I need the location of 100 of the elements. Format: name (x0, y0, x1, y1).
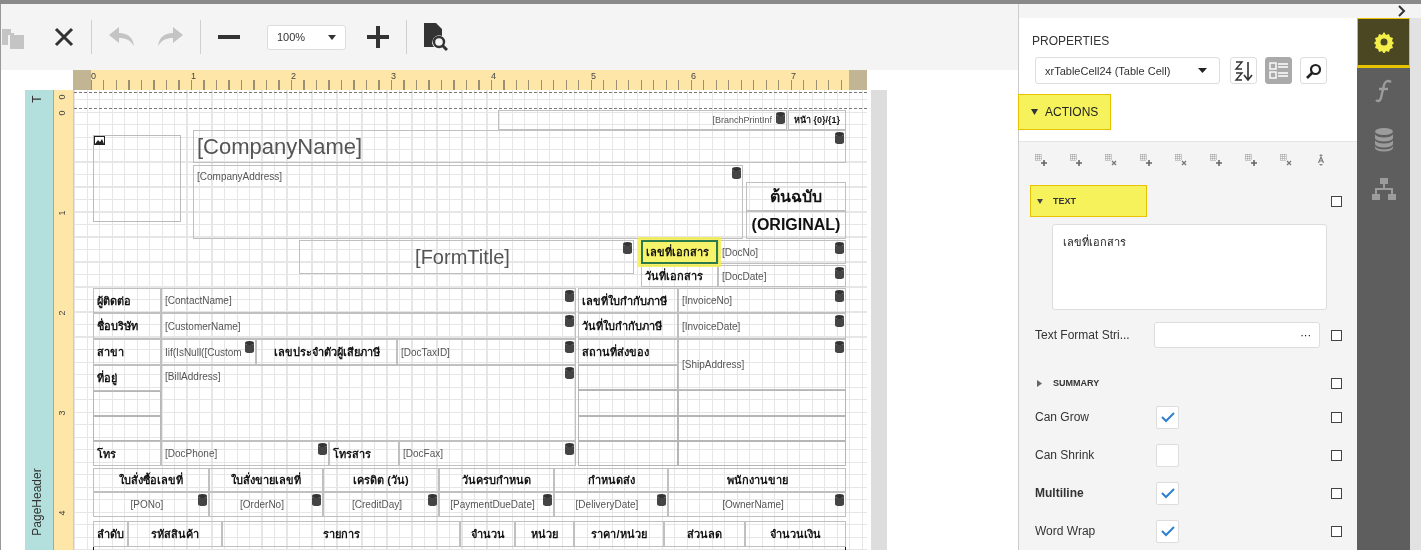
empty-table-cell[interactable] (93, 391, 161, 416)
report-label[interactable]: ใบสั่งขายเลขที่ (209, 468, 323, 492)
grid-plus-icon[interactable] (1140, 154, 1152, 166)
data-field[interactable]: [CompanyName] (193, 130, 846, 163)
report-label[interactable]: วันที่เอกสาร (641, 265, 718, 287)
search-icon[interactable] (1300, 57, 1327, 84)
checkbox[interactable] (1156, 481, 1179, 505)
report-label[interactable]: หน้า {0}/{1} (788, 110, 846, 130)
report-label[interactable]: ส่วนลด (664, 521, 745, 547)
report-label[interactable]: ชื่อบริษัท (93, 313, 161, 339)
actions-header[interactable]: ACTIONS (1019, 95, 1111, 129)
report-label[interactable]: ราคา/หน่วย (574, 521, 664, 547)
format-string-field[interactable]: ··· (1153, 322, 1321, 348)
report-label[interactable]: ต้นฉบับ (746, 182, 846, 211)
checkbox[interactable] (1156, 405, 1179, 429)
grid-plus-icon[interactable] (1245, 154, 1257, 166)
text-fit-icon[interactable] (1315, 154, 1327, 166)
data-field[interactable]: [DocTaxID] (397, 339, 576, 365)
report-label[interactable]: โทร (93, 441, 161, 466)
data-field[interactable]: [PaymentDueDate] (439, 492, 554, 517)
report-label[interactable]: จำนวนเงิน (745, 521, 846, 547)
empty-table-cell[interactable] (578, 416, 678, 441)
report-label[interactable]: เลขที่เอกสาร (641, 240, 718, 264)
settings-icon[interactable] (1357, 18, 1410, 66)
empty-table-cell[interactable] (578, 390, 678, 416)
image-icon (94, 136, 105, 145)
data-field[interactable]: [PONo] (93, 492, 209, 517)
data-field[interactable]: Iif(IsNull([Custom (161, 339, 256, 365)
report-label[interactable]: (ORIGINAL) (746, 211, 846, 239)
grid-cross-icon[interactable] (1280, 154, 1292, 166)
report-label[interactable]: หน่วย (515, 521, 574, 547)
grid-plus-icon[interactable] (1210, 154, 1222, 166)
close-icon[interactable] (54, 27, 74, 47)
collapse-chevron-icon[interactable] (1398, 5, 1406, 17)
property-marker-icon[interactable] (1331, 411, 1342, 423)
empty-table-cell[interactable] (678, 416, 846, 441)
report-label[interactable]: สาขา (93, 339, 161, 365)
report-label[interactable]: กำหนดส่ง (554, 468, 668, 492)
checkbox[interactable] (1156, 519, 1179, 543)
data-field[interactable]: [DocDate] (718, 265, 846, 287)
scrollbar[interactable] (1410, 18, 1421, 550)
report-label[interactable]: รหัสสินค้า (128, 521, 222, 547)
data-field[interactable]: [InvoiceDate] (678, 313, 846, 339)
empty-table-cell[interactable] (578, 441, 678, 466)
report-label[interactable]: สถานที่ส่งของ (578, 339, 678, 365)
property-marker-icon[interactable] (1331, 525, 1342, 537)
ruler-number: 0 (91, 71, 96, 81)
empty-table-cell[interactable] (678, 441, 846, 466)
data-field[interactable]: [DocFax] (399, 441, 576, 466)
grid-plus-icon[interactable] (1035, 154, 1047, 166)
report-label[interactable]: ลำดับ (93, 521, 128, 547)
property-marker-icon[interactable] (1331, 378, 1342, 389)
report-label[interactable]: เลขที่ใบกำกับภาษี (578, 288, 678, 313)
grid-plus-icon[interactable] (1070, 154, 1082, 166)
empty-table-cell[interactable] (678, 390, 846, 416)
zoom-dropdown[interactable]: 100% (267, 24, 346, 50)
section-header[interactable]: TEXT (1031, 186, 1146, 216)
property-marker-icon[interactable] (1331, 329, 1342, 341)
report-label[interactable]: ใบสั่งซื้อเลขที่ (93, 468, 209, 492)
data-field[interactable]: [ShipAddress] (678, 339, 846, 390)
data-field[interactable]: [DeliveryDate] (554, 492, 668, 517)
component-dropdown[interactable]: xrTableCell24 (Table Cell) (1035, 57, 1220, 84)
ruler-number: 7 (791, 71, 796, 81)
data-field[interactable]: [OrderNo] (209, 492, 323, 517)
report-label[interactable]: เครดิต (วัน) (323, 468, 439, 492)
text-editor[interactable]: เลขที่เอกสาร (1052, 224, 1327, 310)
section-header[interactable]: SUMMARY (1031, 368, 1170, 398)
data-field[interactable]: [DocPhone] (161, 441, 329, 466)
empty-table-cell[interactable] (93, 416, 161, 441)
data-field[interactable]: [BranchPrintInf (498, 110, 787, 130)
report-label[interactable]: พนักงานขาย (668, 468, 846, 492)
grid-cross-icon[interactable] (1175, 154, 1187, 166)
property-marker-icon[interactable] (1331, 196, 1342, 207)
data-field[interactable]: [FormTitle] (299, 240, 634, 274)
report-label[interactable]: จำนวน (460, 521, 515, 547)
ruler-number: 3 (391, 71, 396, 81)
data-field[interactable]: [BillAddress] (161, 365, 576, 441)
report-label[interactable]: เลขประจำตัวผู้เสียภาษี (256, 339, 397, 365)
report-label[interactable]: ผู้ติดต่อ (93, 288, 161, 313)
grid-cross-icon[interactable] (1105, 154, 1117, 166)
data-field[interactable]: [DocNo] (718, 240, 846, 264)
data-field[interactable]: [CustomerName] (161, 313, 576, 339)
ruler-number: 1 (191, 71, 196, 81)
data-field[interactable]: [ContactName] (161, 288, 576, 313)
data-field[interactable]: [InvoiceNo] (678, 288, 846, 313)
data-field[interactable]: [CompanyAddress] (193, 165, 743, 239)
plus-icon[interactable] (367, 26, 389, 48)
property-marker-icon[interactable] (1331, 449, 1342, 461)
checkbox[interactable] (1156, 443, 1179, 467)
report-label[interactable]: ที่อยู่ (93, 365, 161, 391)
report-label[interactable]: วันที่ใบกำกับภาษี (578, 313, 678, 339)
report-label[interactable]: วันครบกำหนด (439, 468, 554, 492)
ruler-number: 0 (56, 110, 67, 116)
report-label[interactable]: โทรสาร (329, 441, 399, 466)
data-field[interactable]: [OwnerName] (668, 492, 846, 517)
data-field[interactable]: [CreditDay] (323, 492, 439, 517)
property-marker-icon[interactable] (1331, 487, 1342, 499)
report-label[interactable]: รายการ (222, 521, 460, 547)
empty-table-cell[interactable] (578, 365, 678, 390)
preview-icon[interactable] (424, 23, 448, 51)
